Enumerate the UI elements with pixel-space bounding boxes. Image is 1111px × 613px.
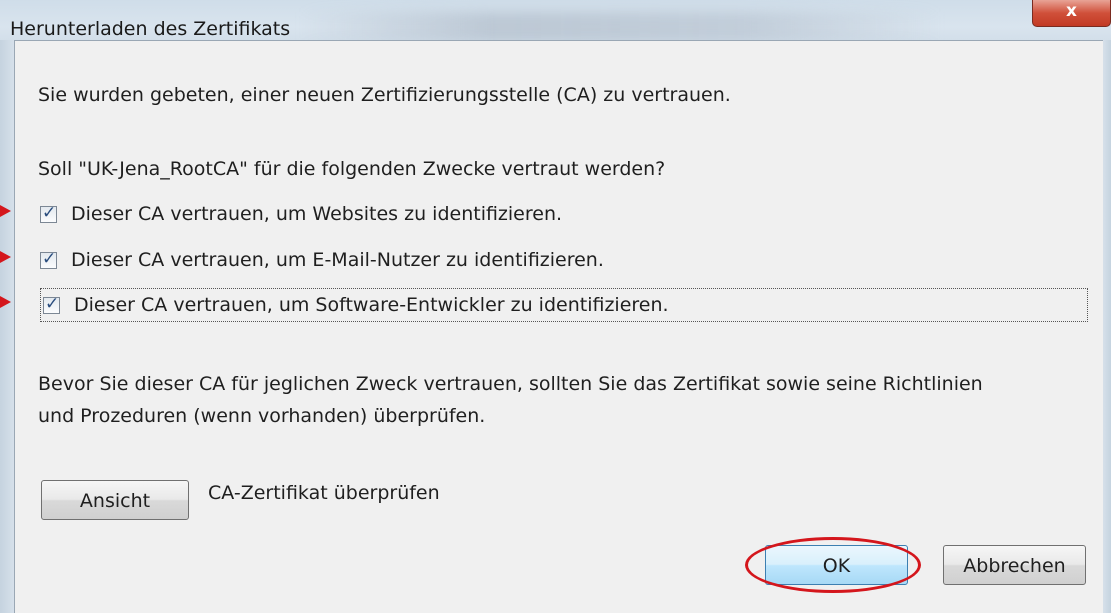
- title-bar-background-blur: [300, 12, 940, 42]
- window-title: Herunterladen des Zertifikats: [10, 18, 291, 40]
- window-frame-left: [0, 40, 14, 613]
- email-checkbox-label[interactable]: Dieser CA vertrauen, um E-Mail-Nutzer zu…: [71, 249, 604, 271]
- view-button[interactable]: Ansicht: [41, 480, 189, 520]
- view-button-description: CA-Zertifikat überprüfen: [208, 482, 440, 504]
- email-checkbox[interactable]: ✓: [40, 248, 57, 269]
- checkbox-row-email[interactable]: ✓ Dieser CA vertrauen, um E-Mail-Nutzer …: [40, 243, 604, 277]
- info-text-line-2: und Prozeduren (wenn vorhanden) überprüf…: [38, 405, 486, 427]
- checkbox-row-software[interactable]: ✓ Dieser CA vertrauen, um Software-Entwi…: [40, 288, 1088, 322]
- window-frame-right: [1103, 40, 1111, 613]
- software-checkbox-label[interactable]: Dieser CA vertrauen, um Software-Entwick…: [74, 294, 669, 316]
- check-icon: ✓: [45, 293, 60, 314]
- annotation-arrow-icon: [0, 251, 11, 263]
- annotation-arrow-icon: [0, 296, 11, 308]
- trust-question: Soll "UK-Jena_RootCA" für die folgenden …: [38, 158, 666, 180]
- close-button[interactable]: x: [1032, 0, 1111, 27]
- cancel-button[interactable]: Abbrechen: [943, 545, 1086, 585]
- ok-highlight-circle: [745, 537, 921, 593]
- websites-checkbox[interactable]: ✓: [40, 202, 57, 223]
- intro-text: Sie wurden gebeten, einer neuen Zertifiz…: [38, 84, 731, 106]
- software-checkbox[interactable]: ✓: [43, 293, 60, 314]
- check-icon: ✓: [42, 202, 57, 223]
- close-icon[interactable]: x: [1066, 1, 1077, 21]
- annotation-arrow-icon: [0, 205, 11, 217]
- dialog-body: [14, 40, 1103, 613]
- info-text-line-1: Bevor Sie dieser CA für jeglichen Zweck …: [38, 373, 983, 395]
- checkbox-row-websites[interactable]: ✓ Dieser CA vertrauen, um Websites zu id…: [40, 197, 562, 231]
- check-icon: ✓: [42, 248, 57, 269]
- websites-checkbox-label[interactable]: Dieser CA vertrauen, um Websites zu iden…: [71, 203, 562, 225]
